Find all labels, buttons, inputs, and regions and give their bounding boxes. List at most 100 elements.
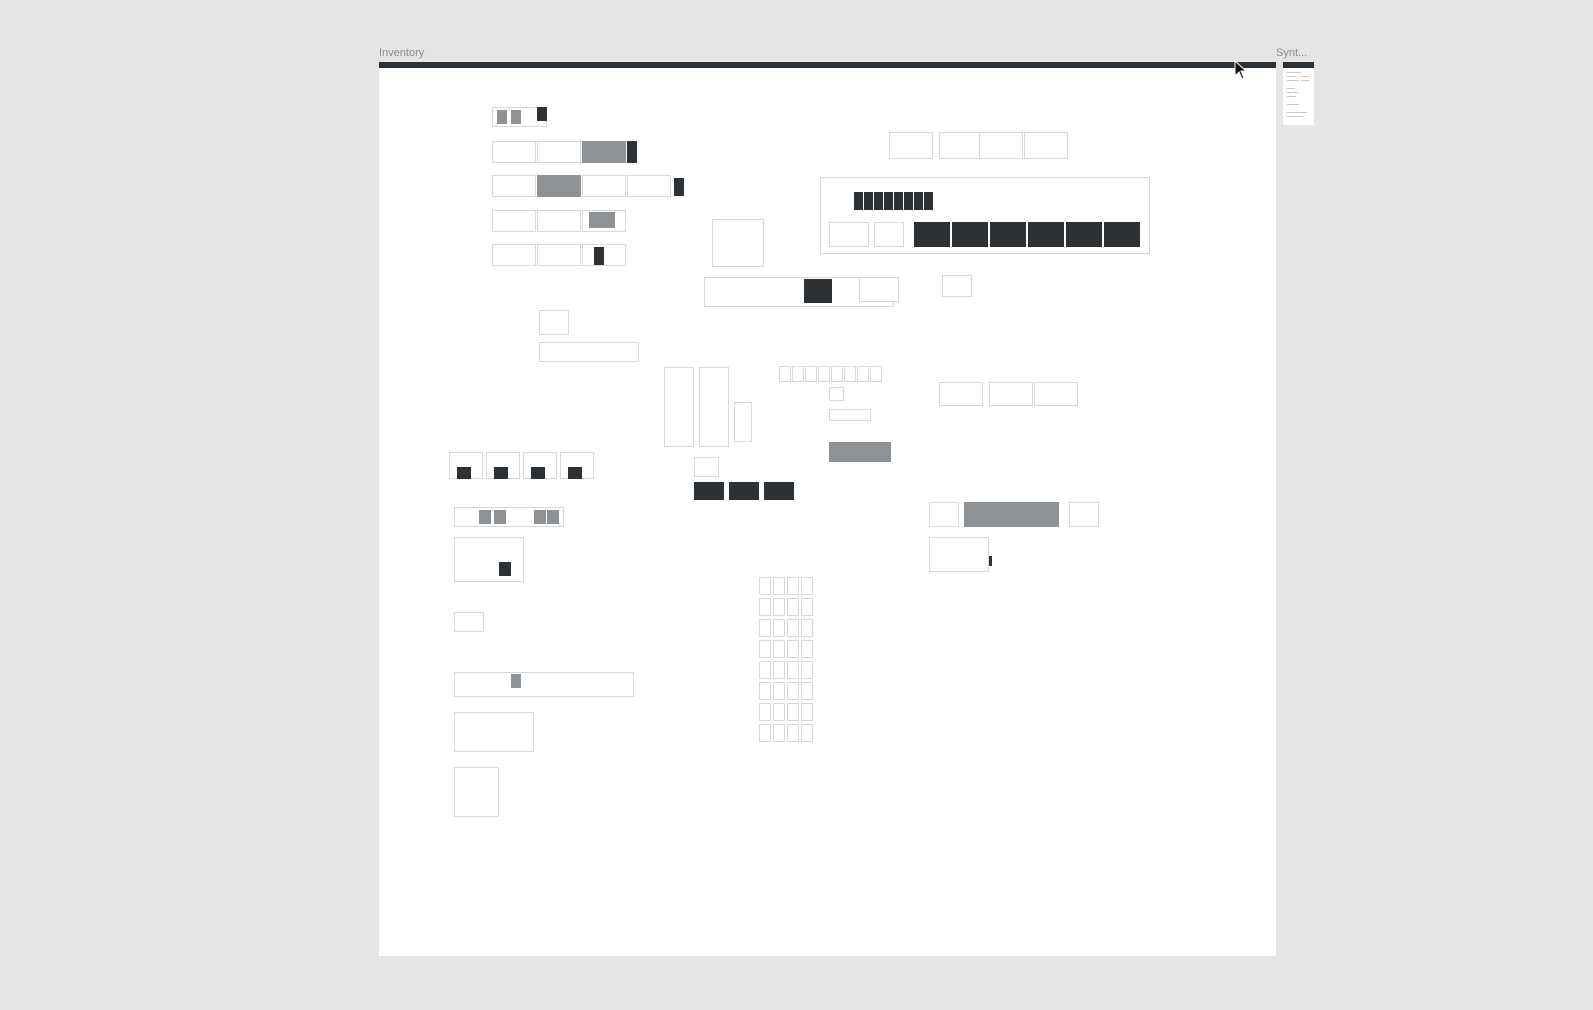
artboard-thumbnail: [664, 367, 694, 447]
artboard-thumbnail: [773, 598, 785, 616]
artboard-thumbnail: [511, 110, 521, 124]
artboard-thumbnail: [864, 192, 873, 210]
artboard-thumbnail: [492, 175, 536, 197]
artboard-thumbnail: [759, 682, 771, 700]
artboard-thumbnail: [804, 279, 832, 303]
artboard-thumbnail: [539, 342, 639, 362]
artboard-thumbnail: [537, 244, 581, 266]
artboard-thumbnail: [568, 467, 582, 479]
artboard-thumbnail: [939, 132, 983, 159]
artboard-thumbnail: [787, 619, 799, 637]
artboard-thumbnail: [773, 661, 785, 679]
artboard-thumbnail: [531, 467, 545, 479]
artboard-thumbnail: [854, 192, 863, 210]
artboard-thumbnail: [805, 366, 817, 382]
artboard-thumbnail: [1066, 222, 1102, 247]
artboard-thumbnail: [914, 222, 950, 247]
artboard-thumbnail: [494, 467, 508, 479]
artboard-thumbnail: [492, 210, 536, 232]
artboard-thumbnail: [537, 210, 581, 232]
artboard-thumbnail: [924, 192, 933, 210]
artboard-thumbnail: [979, 132, 1023, 159]
artboard-thumbnail: [914, 192, 923, 210]
artboard-thumbnail: [582, 175, 626, 197]
artboard-thumbnail: [818, 366, 830, 382]
artboard-thumbnail: [787, 598, 799, 616]
artboard-thumbnail: [759, 661, 771, 679]
artboard-thumbnail: [539, 310, 569, 335]
artboard-thumbnail: [454, 712, 534, 752]
artboard-thumbnail: [712, 219, 764, 267]
artboard-thumbnail: [674, 178, 684, 196]
artboard-thumbnail: [870, 366, 882, 382]
artboard-thumbnail: [454, 767, 499, 817]
artboard-thumbnail: [831, 366, 843, 382]
artboard-thumbnail: [759, 598, 771, 616]
artboard-thumbnail: [939, 382, 983, 406]
artboard-thumbnail: [1028, 222, 1064, 247]
artboard-thumbnail: [759, 640, 771, 658]
synthesis-frame[interactable]: [1283, 62, 1314, 125]
artboard-thumbnail: [829, 387, 844, 401]
artboard-thumbnail: [874, 192, 883, 210]
artboard-thumbnail: [857, 366, 869, 382]
artboard-thumbnail: [787, 703, 799, 721]
artboard-thumbnail: [773, 724, 785, 742]
artboard-thumbnail: [990, 222, 1026, 247]
artboard-thumbnail: [457, 467, 471, 479]
artboard-thumbnail: [952, 222, 988, 247]
artboard-thumbnail: [874, 222, 904, 247]
artboard-thumbnail: [454, 672, 634, 697]
artboard-thumbnail: [759, 577, 771, 595]
inventory-frame-label[interactable]: Inventory: [379, 47, 424, 59]
artboard-thumbnail: [773, 577, 785, 595]
inventory-frame-bar: [379, 62, 1276, 68]
artboard-thumbnail: [773, 640, 785, 658]
artboard-thumbnail: [844, 366, 856, 382]
artboard-thumbnail: [759, 619, 771, 637]
artboard-thumbnail: [1024, 132, 1068, 159]
artboard-thumbnail: [537, 141, 581, 163]
synthesis-frame-label[interactable]: Synt...: [1276, 47, 1307, 59]
artboard-thumbnail: [801, 724, 813, 742]
artboard-thumbnail: [773, 619, 785, 637]
artboard-thumbnail: [801, 598, 813, 616]
artboard-thumbnail: [779, 366, 791, 382]
artboard-thumbnail: [699, 367, 729, 447]
artboard-thumbnail: [764, 482, 794, 500]
artboard-thumbnail: [801, 703, 813, 721]
artboard-thumbnail: [494, 510, 506, 524]
artboard-thumbnail: [787, 577, 799, 595]
artboard-thumbnail: [889, 132, 933, 159]
artboard-thumbnail: [582, 244, 626, 266]
artboard-thumbnail: [729, 482, 759, 500]
artboard-thumbnail: [759, 703, 771, 721]
artboard-thumbnail: [582, 141, 626, 163]
artboard-thumbnail: [492, 244, 536, 266]
artboard-thumbnail: [694, 482, 724, 500]
artboard-thumbnail: [627, 175, 671, 197]
artboard-thumbnail: [989, 382, 1033, 406]
artboard-thumbnail: [511, 674, 521, 688]
artboard-thumbnail: [773, 682, 785, 700]
artboard-thumbnail: [904, 192, 913, 210]
artboard-thumbnail: [537, 107, 547, 121]
artboard-thumbnail: [801, 682, 813, 700]
artboard-thumbnail: [1104, 222, 1140, 247]
artboard-thumbnail: [534, 510, 546, 524]
artboard-thumbnail: [537, 175, 581, 197]
synthesis-frame-bar: [1283, 62, 1314, 68]
artboard-thumbnail: [547, 510, 559, 524]
artboard-thumbnail: [627, 141, 637, 163]
artboard-thumbnail: [454, 537, 524, 582]
artboard-thumbnail: [589, 212, 615, 228]
artboard-thumbnail: [787, 724, 799, 742]
artboard-thumbnail: [801, 661, 813, 679]
artboard-thumbnail: [787, 661, 799, 679]
artboard-thumbnail: [801, 619, 813, 637]
inventory-frame[interactable]: [379, 62, 1276, 956]
artboard-thumbnail: [894, 192, 903, 210]
artboard-thumbnail: [787, 682, 799, 700]
artboard-thumbnail: [792, 366, 804, 382]
artboard-thumbnail: [929, 537, 989, 572]
